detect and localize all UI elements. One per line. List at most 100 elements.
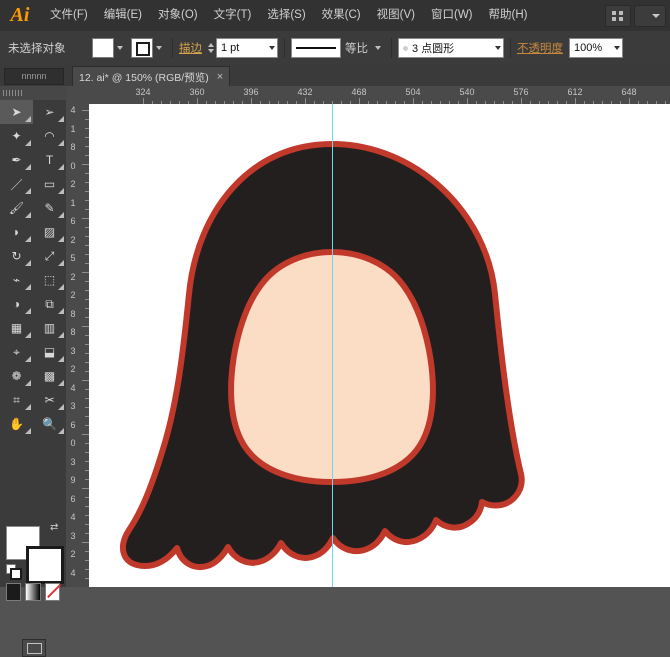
close-icon[interactable]: × [217, 71, 223, 83]
paintbrush-tool[interactable]: 🖌 [0, 196, 33, 220]
mesh-tool[interactable]: ▦ [0, 316, 33, 340]
fill-swatch[interactable] [92, 38, 114, 58]
chevron-down-icon[interactable] [269, 46, 275, 50]
slice-tool[interactable]: ✂ [33, 388, 66, 412]
stroke-weight-input[interactable]: 1 pt [216, 38, 278, 58]
stroke-swatch-group[interactable] [131, 38, 166, 58]
default-fill-stroke-button[interactable] [6, 564, 19, 577]
tool-flyout-icon[interactable] [25, 260, 31, 266]
tool-flyout-icon[interactable] [25, 284, 31, 290]
scale-tool[interactable]: ⤢ [33, 244, 66, 268]
opacity-input[interactable]: 100% [569, 38, 623, 58]
stroke-swatch[interactable] [131, 38, 153, 58]
menu-edit[interactable]: 编辑(E) [96, 0, 150, 31]
gradient-tool[interactable]: ▥ [33, 316, 66, 340]
tool-flyout-icon[interactable] [25, 404, 31, 410]
column-graph-tool[interactable]: ▩ [33, 364, 66, 388]
tool-flyout-icon[interactable] [25, 428, 31, 434]
tool-flyout-icon[interactable] [58, 380, 64, 386]
tool-flyout-icon[interactable] [25, 332, 31, 338]
tool-flyout-icon[interactable] [58, 308, 64, 314]
blend-tool[interactable]: ⬓ [33, 340, 66, 364]
menu-window[interactable]: 窗口(W) [423, 0, 481, 31]
artboard-canvas[interactable] [89, 104, 670, 587]
tool-flyout-icon[interactable] [25, 236, 31, 242]
swap-fill-stroke-icon[interactable]: ⇄ [50, 522, 62, 534]
magic-wand-tool[interactable]: ✦ [0, 124, 33, 148]
tool-flyout-icon[interactable] [58, 212, 64, 218]
horizontal-ruler[interactable]: 324360396432468504540576612648684 [89, 86, 670, 105]
zoom-tool[interactable]: 🔍 [33, 412, 66, 436]
free-transform-tool[interactable]: ⬚ [33, 268, 66, 292]
pencil-tool[interactable]: ✎ [33, 196, 66, 220]
vertical-guide[interactable] [332, 104, 333, 587]
fill-chevron-down-icon[interactable] [117, 46, 123, 50]
color-mode-button[interactable] [6, 583, 21, 601]
symbol-sprayer-tool[interactable]: ❁ [0, 364, 33, 388]
stepper-up-icon[interactable] [208, 43, 214, 47]
tool-flyout-icon[interactable] [58, 428, 64, 434]
eraser-tool[interactable]: ▨ [33, 220, 66, 244]
rotate-tool[interactable]: ↻ [0, 244, 33, 268]
line-segment-tool[interactable]: ／ [0, 172, 33, 196]
artboard-tool[interactable]: ⌗ [0, 388, 33, 412]
pen-tool[interactable]: ✒ [0, 148, 33, 172]
tool-flyout-icon[interactable] [58, 236, 64, 242]
selection-tool[interactable]: ➤ [0, 100, 33, 124]
width-tool[interactable]: ⌁ [0, 268, 33, 292]
menu-object[interactable]: 对象(O) [150, 0, 206, 31]
brush-definition-select[interactable]: 3 点圆形 [398, 38, 504, 58]
stroke-chevron-down-icon[interactable] [156, 46, 162, 50]
stroke-profile-preview[interactable] [291, 38, 341, 58]
tool-flyout-icon[interactable] [25, 116, 31, 122]
workspace-switcher-button[interactable] [634, 5, 666, 27]
stepper-down-icon[interactable] [208, 49, 214, 53]
screen-mode-button[interactable] [22, 639, 46, 657]
arrange-documents-button[interactable] [605, 5, 631, 27]
tool-flyout-icon[interactable] [25, 212, 31, 218]
tool-flyout-icon[interactable] [58, 140, 64, 146]
vertical-ruler[interactable]: 418021625228832436039643246 [66, 104, 90, 587]
tool-flyout-icon[interactable] [25, 140, 31, 146]
menu-select[interactable]: 选择(S) [259, 0, 313, 31]
type-tool[interactable]: T [33, 148, 66, 172]
tool-flyout-icon[interactable] [58, 356, 64, 362]
gradient-mode-button[interactable] [25, 583, 40, 601]
blob-brush-tool[interactable]: ◗ [0, 220, 33, 244]
tool-flyout-icon[interactable] [25, 188, 31, 194]
tool-flyout-icon[interactable] [58, 116, 64, 122]
tool-flyout-icon[interactable] [58, 164, 64, 170]
menu-view[interactable]: 视图(V) [369, 0, 423, 31]
none-mode-button[interactable] [45, 583, 60, 601]
chevron-down-icon[interactable] [495, 46, 501, 50]
tool-flyout-icon[interactable] [25, 308, 31, 314]
stroke-weight-stepper[interactable] [208, 43, 214, 53]
tool-flyout-icon[interactable] [58, 332, 64, 338]
document-tab[interactable]: 12. ai* @ 150% (RGB/预览) × [72, 66, 230, 87]
fill-swatch-group[interactable] [92, 38, 127, 58]
lasso-tool[interactable]: ◠ [33, 124, 66, 148]
menu-file[interactable]: 文件(F) [42, 0, 96, 31]
stroke-profile-chevron-down-icon[interactable] [375, 46, 381, 50]
perspective-grid-tool[interactable]: ⧉ [33, 292, 66, 316]
tab-bar-grip[interactable]: nnnnn [4, 68, 64, 85]
stroke-color-box[interactable] [26, 546, 64, 584]
tool-flyout-icon[interactable] [58, 284, 64, 290]
stroke-label[interactable]: 描边 [179, 40, 202, 56]
tool-flyout-icon[interactable] [58, 188, 64, 194]
tool-flyout-icon[interactable] [25, 380, 31, 386]
ruler-corner[interactable] [66, 86, 90, 105]
character-artwork[interactable] [89, 104, 670, 587]
tool-flyout-icon[interactable] [58, 260, 64, 266]
hand-tool[interactable]: ✋ [0, 412, 33, 436]
direct-selection-tool[interactable]: ➢ [33, 100, 66, 124]
menu-type[interactable]: 文字(T) [206, 0, 260, 31]
tool-flyout-icon[interactable] [25, 164, 31, 170]
opacity-label[interactable]: 不透明度 [517, 40, 563, 56]
shape-builder-tool[interactable]: ◑ [0, 292, 33, 316]
tool-flyout-icon[interactable] [58, 404, 64, 410]
rectangle-tool[interactable]: ▭ [33, 172, 66, 196]
tool-flyout-icon[interactable] [25, 356, 31, 362]
toolbox-grip[interactable] [0, 86, 66, 100]
menu-help[interactable]: 帮助(H) [481, 0, 536, 31]
